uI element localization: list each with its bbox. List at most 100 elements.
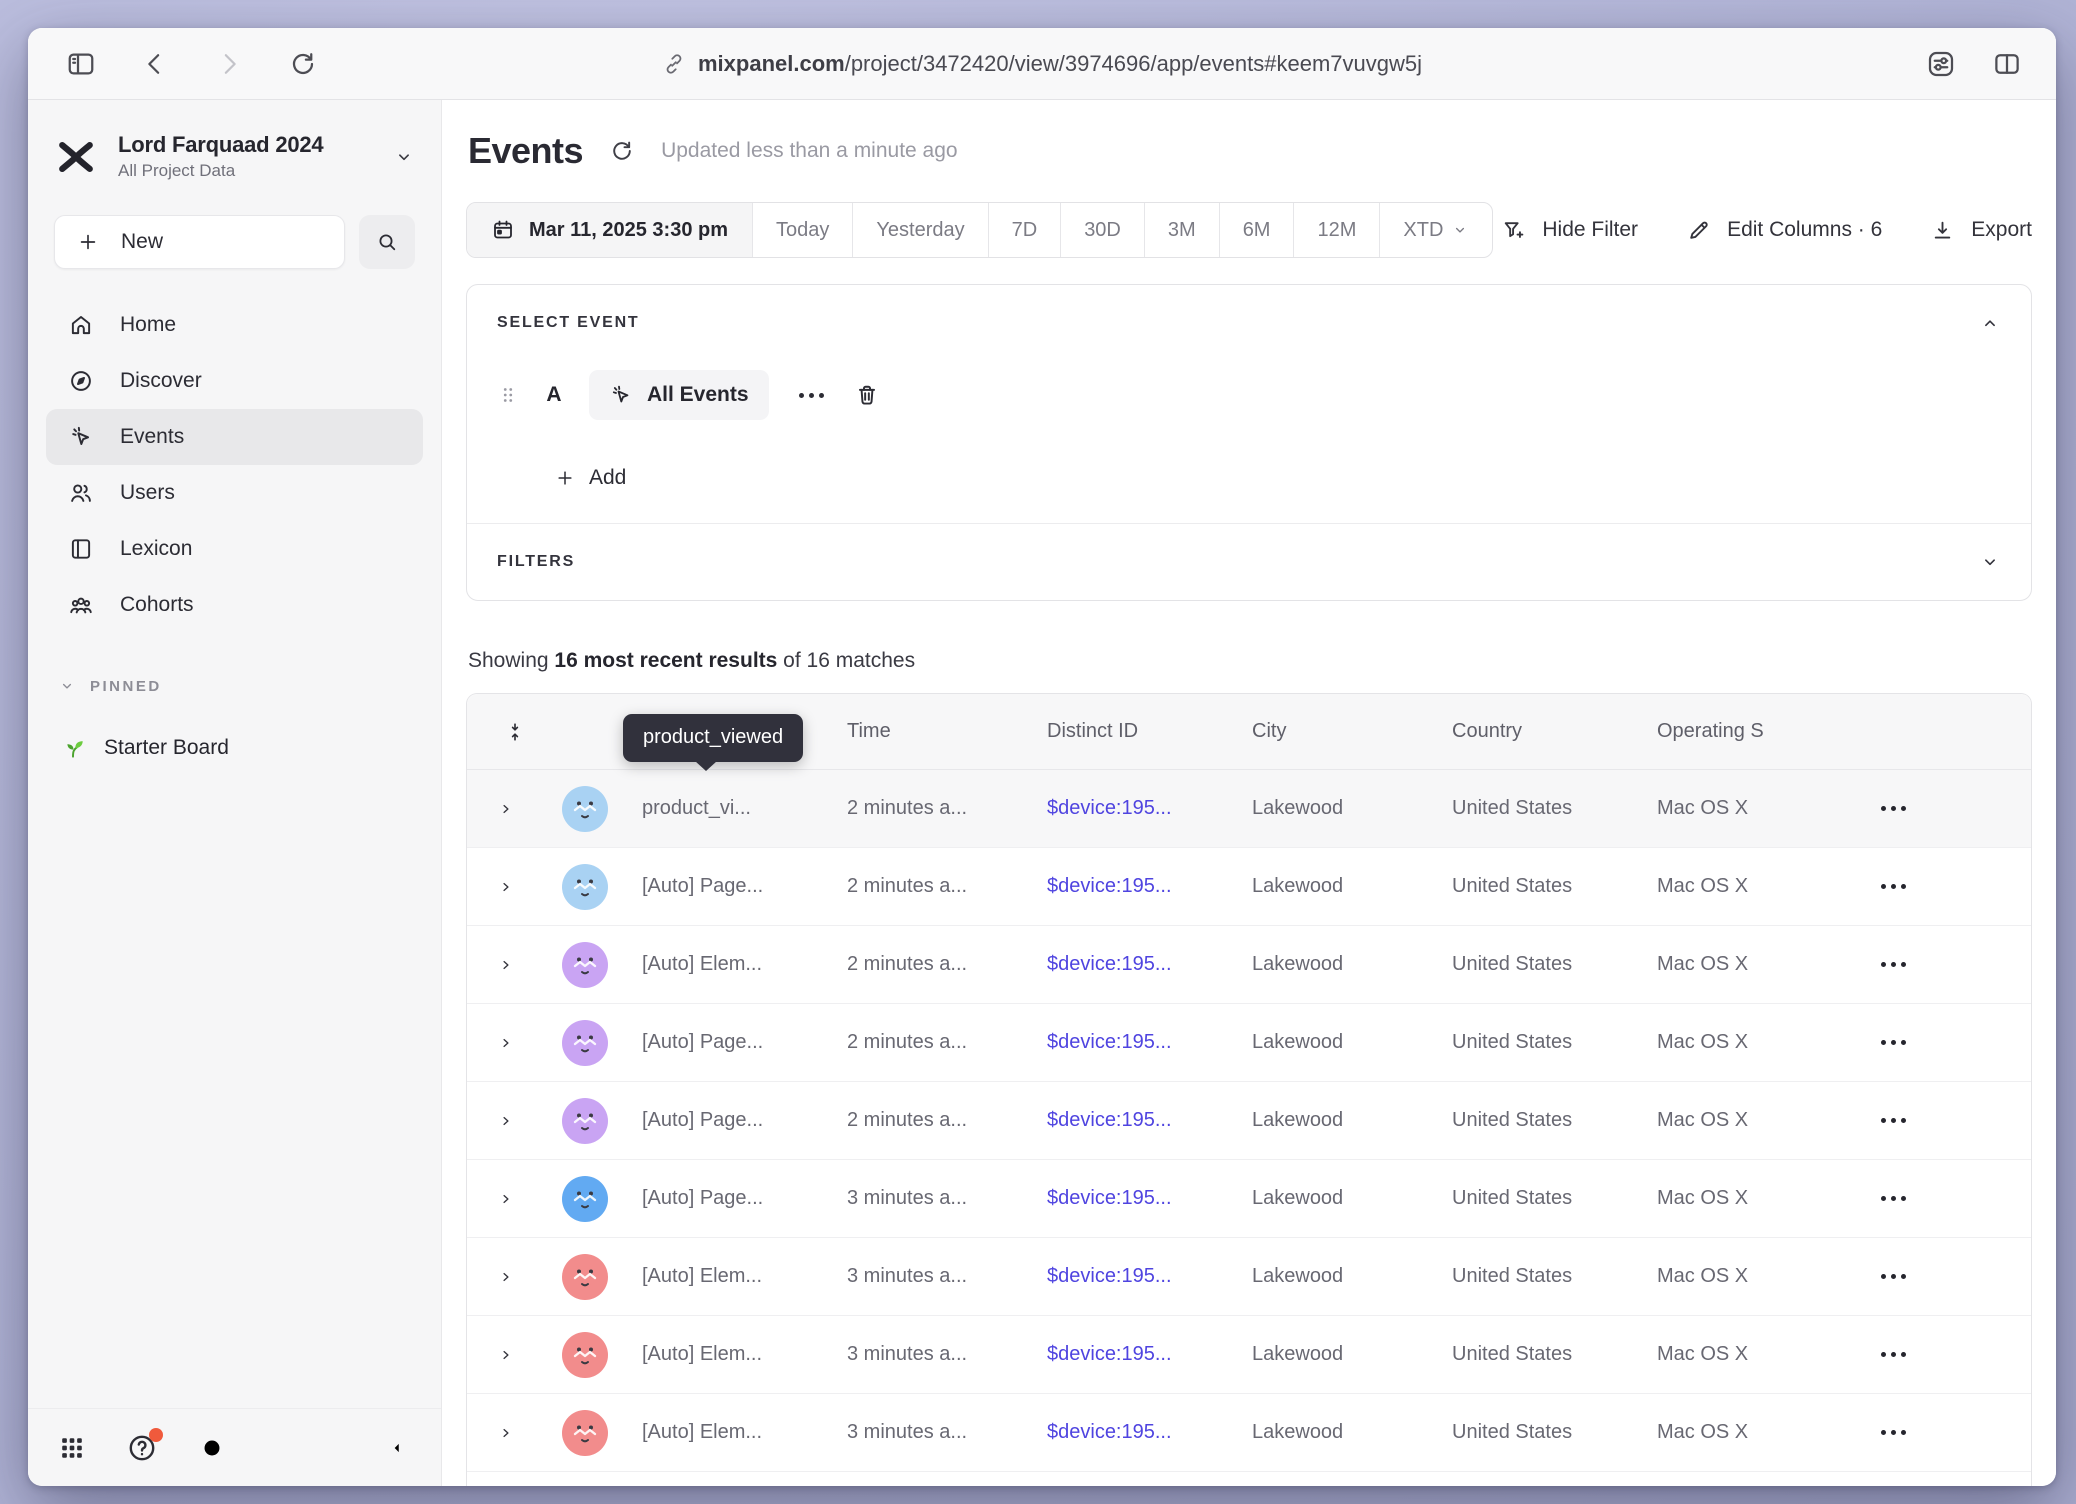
column-header-country[interactable]: Country: [1435, 720, 1640, 743]
url-host: mixpanel.com: [698, 51, 845, 76]
distinct-id-link[interactable]: $device:195...: [1030, 797, 1235, 820]
row-menu-button[interactable]: [1845, 1040, 2031, 1045]
range-yesterday[interactable]: Yesterday: [852, 203, 987, 257]
table-row[interactable]: [Auto] Elem... 3 minutes a... $device:19…: [467, 1238, 2031, 1316]
country-cell: United States: [1435, 1265, 1640, 1288]
row-menu-button[interactable]: [1845, 806, 2031, 811]
event-name-cell[interactable]: [Auto] Page...: [625, 875, 830, 898]
sidebar-item-discover[interactable]: Discover: [46, 353, 423, 409]
sidebar-item-cohorts[interactable]: Cohorts: [46, 577, 423, 633]
distinct-id-link[interactable]: $device:195...: [1030, 875, 1235, 898]
search-button[interactable]: [359, 215, 415, 269]
sidebar-item-lexicon[interactable]: Lexicon: [46, 521, 423, 577]
table-row[interactable]: [Auto] Elem... 3 minutes a... $device:19…: [467, 1394, 2031, 1472]
column-header-time[interactable]: Time: [830, 720, 1030, 743]
export-label: Export: [1971, 218, 2032, 242]
expand-row-icon[interactable]: [497, 800, 515, 818]
trash-icon[interactable]: [854, 382, 880, 408]
project-name: Lord Farquaad 2024: [118, 132, 373, 158]
range-12m[interactable]: 12M: [1293, 203, 1379, 257]
expand-row-icon[interactable]: [497, 1190, 515, 1208]
range-label: Today: [776, 219, 829, 242]
collapse-rows-icon[interactable]: [504, 721, 526, 743]
sidebar-item-home[interactable]: Home: [46, 297, 423, 353]
apps-grid-icon[interactable]: [58, 1434, 86, 1462]
split-view-icon[interactable]: [1992, 49, 2022, 79]
distinct-id-link[interactable]: $device:195...: [1030, 1421, 1235, 1444]
sidebar-item-users[interactable]: Users: [46, 465, 423, 521]
range-7d[interactable]: 7D: [988, 203, 1061, 257]
column-header-city[interactable]: City: [1235, 720, 1435, 743]
table-row[interactable]: [Auto] Page... 2 minutes a... $device:19…: [467, 848, 2031, 926]
os-cell: Mac OS X: [1640, 1265, 1845, 1288]
distinct-id-link[interactable]: $device:195...: [1030, 1031, 1235, 1054]
event-name-cell[interactable]: [Auto] Page...: [625, 1031, 830, 1054]
event-name-cell[interactable]: [Auto] Elem...: [625, 953, 830, 976]
range-30d[interactable]: 30D: [1060, 203, 1144, 257]
column-header-distinct-id[interactable]: Distinct ID: [1030, 720, 1235, 743]
event-name-cell[interactable]: [Auto] Page...: [625, 1109, 830, 1132]
range-3m[interactable]: 3M: [1144, 203, 1219, 257]
column-header-os[interactable]: Operating S: [1640, 720, 1845, 743]
row-menu-button[interactable]: [1845, 1274, 2031, 1279]
distinct-id-link[interactable]: $device:195...: [1030, 1343, 1235, 1366]
drag-handle-icon[interactable]: [497, 384, 519, 406]
page-settings-icon[interactable]: [1926, 49, 1956, 79]
table-row[interactable]: [Auto] Page... 3 minutes a... $device:19…: [467, 1160, 2031, 1238]
event-options-button[interactable]: [793, 393, 830, 398]
expand-row-icon[interactable]: [497, 1346, 515, 1364]
url-bar[interactable]: mixpanel.com/project/3472420/view/397469…: [28, 28, 2056, 100]
chevron-up-icon[interactable]: [1979, 312, 2001, 334]
distinct-id-link[interactable]: $device:195...: [1030, 1109, 1235, 1132]
range-xtd[interactable]: XTD: [1379, 203, 1492, 257]
settings-gear-icon[interactable]: [198, 1434, 226, 1462]
row-menu-button[interactable]: [1845, 884, 2031, 889]
add-event-button[interactable]: Add: [555, 466, 2001, 490]
edit-columns-button[interactable]: Edit Columns · 6: [1686, 218, 1882, 243]
table-row[interactable]: [Auto] Elem... 2 minutes a... $device:19…: [467, 926, 2031, 1004]
expand-row-icon[interactable]: [497, 878, 515, 896]
new-button[interactable]: New: [54, 215, 345, 269]
sidebar-item-starter-board[interactable]: Starter Board: [28, 695, 441, 761]
table-row[interactable]: [Auto] Page... 2 minutes a... $device:19…: [467, 1004, 2031, 1082]
sidebar-item-label: Events: [120, 425, 184, 449]
help-button[interactable]: [126, 1432, 158, 1464]
refresh-icon[interactable]: [609, 138, 635, 164]
row-menu-button[interactable]: [1845, 1196, 2031, 1201]
row-menu-button[interactable]: [1845, 962, 2031, 967]
sidebar-item-events[interactable]: Events: [46, 409, 423, 465]
row-menu-button[interactable]: [1845, 1118, 2031, 1123]
expand-row-icon[interactable]: [497, 1112, 515, 1130]
export-button[interactable]: Export: [1930, 218, 2032, 243]
event-name-cell[interactable]: [Auto] Elem...: [625, 1343, 830, 1366]
table-row[interactable]: product_vi... 2 minutes a... $device:195…: [467, 770, 2031, 848]
row-menu-button[interactable]: [1845, 1352, 2031, 1357]
main-content: Events Updated less than a minute ago Ma…: [442, 100, 2056, 1486]
expand-row-icon[interactable]: [497, 956, 515, 974]
event-avatar-icon: [562, 1098, 608, 1144]
table-row[interactable]: [Auto] Elem... 4 minutes a... $device:19…: [467, 1472, 2031, 1486]
pinned-section-header[interactable]: PINNED: [28, 633, 441, 695]
expand-row-icon[interactable]: [497, 1268, 515, 1286]
event-name-cell[interactable]: [Auto] Elem...: [625, 1421, 830, 1444]
hide-filter-button[interactable]: Hide Filter: [1501, 218, 1638, 243]
event-name-cell[interactable]: [Auto] Elem...: [625, 1265, 830, 1288]
distinct-id-link[interactable]: $device:195...: [1030, 1265, 1235, 1288]
expand-row-icon[interactable]: [497, 1424, 515, 1442]
event-name-cell[interactable]: [Auto] Page...: [625, 1187, 830, 1210]
table-row[interactable]: [Auto] Elem... 3 minutes a... $device:19…: [467, 1316, 2031, 1394]
project-switcher[interactable]: Lord Farquaad 2024 All Project Data: [28, 100, 441, 191]
table-row[interactable]: [Auto] Page... 2 minutes a... $device:19…: [467, 1082, 2031, 1160]
row-menu-button[interactable]: [1845, 1430, 2031, 1435]
date-picker-button[interactable]: Mar 11, 2025 3:30 pm: [467, 203, 752, 257]
all-events-chip[interactable]: All Events: [589, 370, 769, 420]
collapse-sidebar-icon[interactable]: [383, 1434, 411, 1462]
event-avatar-icon: [562, 1020, 608, 1066]
event-name-cell[interactable]: product_vi...: [625, 797, 830, 820]
range-6m[interactable]: 6M: [1219, 203, 1294, 257]
expand-row-icon[interactable]: [497, 1034, 515, 1052]
distinct-id-link[interactable]: $device:195...: [1030, 953, 1235, 976]
range-today[interactable]: Today: [752, 203, 852, 257]
chevron-down-icon[interactable]: [1979, 551, 2001, 573]
distinct-id-link[interactable]: $device:195...: [1030, 1187, 1235, 1210]
